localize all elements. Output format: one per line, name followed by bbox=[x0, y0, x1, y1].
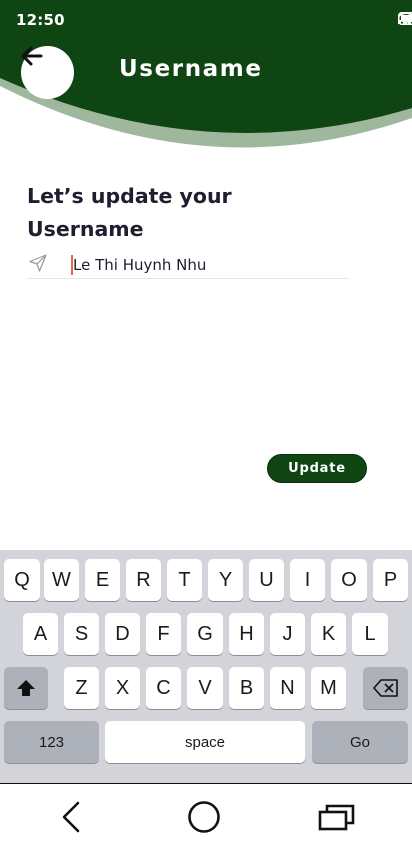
battery-icon bbox=[398, 12, 412, 25]
heading-line-2: Username bbox=[27, 217, 144, 241]
key-x[interactable]: X bbox=[105, 667, 140, 709]
app-header: 12:50 Username bbox=[0, 0, 412, 150]
backspace-key[interactable] bbox=[363, 667, 408, 709]
back-arrow-icon bbox=[21, 46, 43, 66]
key-k[interactable]: K bbox=[311, 613, 346, 655]
nav-home-icon bbox=[188, 801, 220, 833]
key-d[interactable]: D bbox=[105, 613, 140, 655]
key-p[interactable]: P bbox=[373, 559, 408, 601]
go-key[interactable]: Go bbox=[312, 721, 408, 763]
key-s[interactable]: S bbox=[64, 613, 99, 655]
send-icon bbox=[29, 254, 47, 272]
space-key[interactable]: space bbox=[105, 721, 305, 763]
key-c[interactable]: C bbox=[146, 667, 181, 709]
backspace-icon bbox=[372, 679, 398, 697]
nav-recents-button[interactable] bbox=[307, 798, 367, 836]
key-j[interactable]: J bbox=[270, 613, 305, 655]
key-u[interactable]: U bbox=[249, 559, 284, 601]
key-v[interactable]: V bbox=[187, 667, 223, 709]
key-y[interactable]: Y bbox=[208, 559, 243, 601]
key-o[interactable]: O bbox=[331, 559, 367, 601]
page-title: Username bbox=[119, 56, 263, 82]
key-m[interactable]: M bbox=[311, 667, 346, 709]
nav-recents-icon bbox=[318, 804, 355, 831]
shift-icon bbox=[17, 680, 35, 696]
on-screen-keyboard: Q W E R T Y U I O P A S D F G H J K L Z … bbox=[0, 550, 412, 783]
key-h[interactable]: H bbox=[229, 613, 264, 655]
shift-key[interactable] bbox=[4, 667, 48, 709]
key-l[interactable]: L bbox=[352, 613, 388, 655]
numbers-key[interactable]: 123 bbox=[4, 721, 99, 763]
nav-home-button[interactable] bbox=[174, 798, 234, 836]
nav-back-icon bbox=[62, 801, 80, 833]
key-w[interactable]: W bbox=[44, 559, 79, 601]
username-field[interactable]: Le Thi Huynh Nhu bbox=[27, 250, 349, 279]
key-b[interactable]: B bbox=[229, 667, 264, 709]
status-bar: 12:50 bbox=[0, 0, 412, 40]
key-f[interactable]: F bbox=[146, 613, 181, 655]
username-input[interactable]: Le Thi Huynh Nhu bbox=[73, 256, 206, 274]
key-a[interactable]: A bbox=[23, 613, 58, 655]
key-r[interactable]: R bbox=[126, 559, 161, 601]
key-t[interactable]: T bbox=[167, 559, 202, 601]
key-e[interactable]: E bbox=[85, 559, 120, 601]
key-z[interactable]: Z bbox=[64, 667, 99, 709]
update-button[interactable]: Update bbox=[267, 454, 367, 483]
heading-line-1: Let’s update your bbox=[27, 184, 232, 208]
status-time: 12:50 bbox=[16, 11, 65, 29]
key-g[interactable]: G bbox=[187, 613, 223, 655]
section-heading: Let’s update your Username bbox=[27, 180, 327, 246]
system-nav-bar bbox=[0, 783, 412, 847]
key-n[interactable]: N bbox=[270, 667, 305, 709]
nav-back-button[interactable] bbox=[41, 798, 101, 836]
key-i[interactable]: I bbox=[290, 559, 325, 601]
back-button[interactable] bbox=[21, 46, 74, 99]
key-q[interactable]: Q bbox=[4, 559, 40, 601]
